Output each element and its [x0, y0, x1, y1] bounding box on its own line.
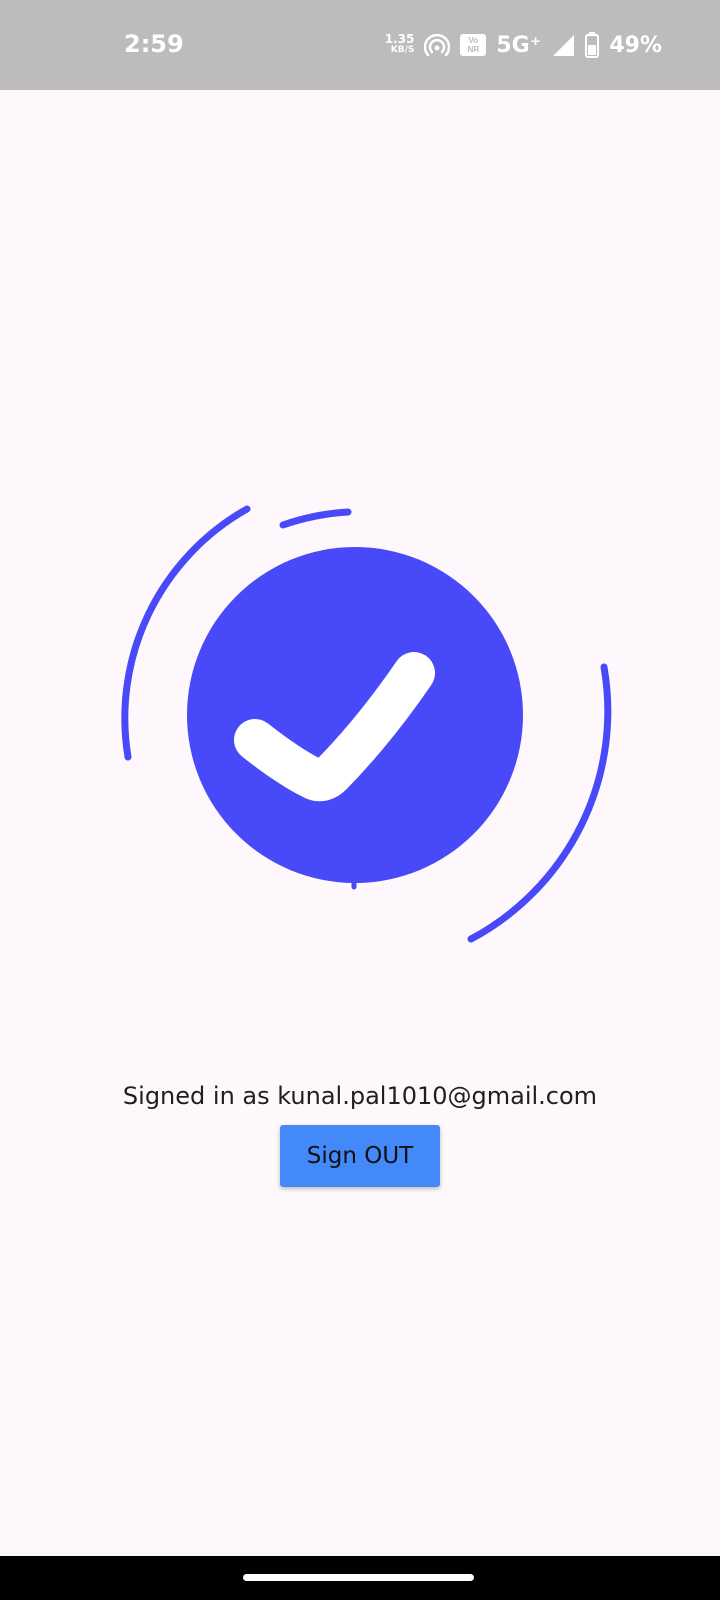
navigation-bar	[0, 1556, 720, 1600]
signal-icon	[553, 35, 575, 56]
decorative-arc-top	[279, 508, 352, 529]
status-time: 2:59	[124, 30, 184, 58]
hotspot-icon	[424, 33, 451, 57]
sign-out-button[interactable]: Sign OUT	[280, 1125, 440, 1187]
network-speed-value: 1.35	[384, 32, 415, 46]
signed-in-message: Signed in as kunal.pal1010@gmail.com	[122, 1082, 598, 1110]
network-speed-unit: KB/S	[390, 45, 415, 55]
status-bar: 2:59 1.35 KB/S Vo NR 5G⁺ 49%	[0, 0, 720, 90]
network-speed: 1.35 KB/S	[384, 32, 415, 56]
success-circle	[187, 547, 523, 883]
home-indicator[interactable]	[243, 1574, 474, 1581]
battery-icon	[585, 32, 600, 58]
network-type: 5G⁺	[496, 32, 542, 58]
success-illustration	[121, 505, 612, 943]
status-icons: 1.35 KB/S Vo NR 5G⁺ 49%	[385, 28, 662, 62]
volte-badge-top: Vo	[468, 36, 479, 45]
battery-percentage: 49%	[609, 32, 662, 58]
volte-badge-bottom: NR	[467, 45, 480, 54]
volte-badge: Vo NR	[460, 34, 487, 56]
